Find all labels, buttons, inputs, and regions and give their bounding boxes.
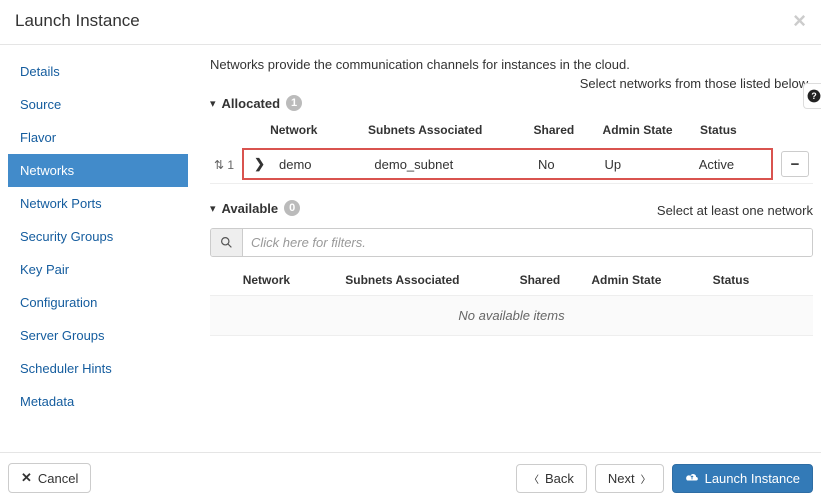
filter-input[interactable] bbox=[243, 229, 812, 256]
cell-status: Active bbox=[695, 149, 772, 179]
available-count-badge: 0 bbox=[284, 200, 300, 216]
cell-admin: Up bbox=[601, 149, 695, 179]
available-label: Available bbox=[222, 201, 279, 216]
close-icon[interactable]: × bbox=[793, 10, 806, 32]
chevron-down-icon: ▾ bbox=[210, 97, 216, 110]
col-shared: Shared bbox=[530, 117, 599, 145]
chevron-right-icon[interactable]: ❯ bbox=[248, 156, 271, 171]
reorder-handle[interactable]: ⇅ 1 bbox=[214, 158, 238, 172]
chevron-left-icon: 〈 bbox=[529, 471, 539, 486]
sidebar-item-server-groups[interactable]: Server Groups bbox=[8, 319, 188, 352]
col-network: Network bbox=[266, 117, 364, 145]
next-button[interactable]: Next 〉 bbox=[595, 464, 664, 493]
remove-network-button[interactable]: − bbox=[781, 151, 809, 177]
x-icon: ✕ bbox=[21, 470, 32, 486]
page-title: Launch Instance bbox=[15, 11, 140, 31]
cell-subnets: demo_subnet bbox=[370, 149, 534, 179]
sidebar-item-network-ports[interactable]: Network Ports bbox=[8, 187, 188, 220]
col-subnets: Subnets Associated bbox=[364, 117, 530, 145]
col-status: Status bbox=[690, 267, 772, 295]
sidebar-item-configuration[interactable]: Configuration bbox=[8, 286, 188, 319]
cloud-upload-icon bbox=[685, 471, 699, 486]
sidebar: Details Source Flavor Networks Network P… bbox=[0, 45, 196, 428]
available-hint: Select at least one network bbox=[657, 203, 813, 218]
empty-message: No available items bbox=[210, 295, 813, 336]
chevron-right-icon: 〉 bbox=[641, 471, 651, 486]
col-shared: Shared bbox=[516, 267, 588, 295]
cancel-button[interactable]: ✕ Cancel bbox=[8, 463, 91, 493]
back-button[interactable]: 〈 Back bbox=[516, 464, 587, 493]
sidebar-item-networks[interactable]: Networks bbox=[8, 154, 188, 187]
sidebar-item-details[interactable]: Details bbox=[8, 55, 188, 88]
select-hint-text: Select networks from those listed below. bbox=[210, 76, 813, 91]
allocated-count-badge: 1 bbox=[286, 95, 302, 111]
allocated-toggle[interactable]: ▾ Allocated 1 bbox=[210, 95, 813, 111]
available-toggle[interactable]: ▾ Available 0 bbox=[210, 200, 300, 216]
sidebar-item-key-pair[interactable]: Key Pair bbox=[8, 253, 188, 286]
sidebar-item-flavor[interactable]: Flavor bbox=[8, 121, 188, 154]
search-icon[interactable] bbox=[211, 229, 243, 256]
launch-instance-button[interactable]: Launch Instance bbox=[672, 464, 813, 493]
sidebar-item-source[interactable]: Source bbox=[8, 88, 188, 121]
help-icon[interactable]: ? bbox=[803, 83, 821, 109]
table-row: ⇅ 1 ❯ demo demo_subnet No Up Active − bbox=[210, 145, 813, 184]
col-network: Network bbox=[239, 267, 342, 295]
sidebar-item-security-groups[interactable]: Security Groups bbox=[8, 220, 188, 253]
description-text: Networks provide the communication chann… bbox=[210, 57, 813, 72]
col-admin: Admin State bbox=[587, 267, 690, 295]
chevron-down-icon: ▾ bbox=[210, 202, 216, 215]
cell-network: demo bbox=[275, 149, 370, 179]
sidebar-item-metadata[interactable]: Metadata bbox=[8, 385, 188, 418]
col-subnets: Subnets Associated bbox=[341, 267, 515, 295]
sidebar-item-scheduler-hints[interactable]: Scheduler Hints bbox=[8, 352, 188, 385]
cell-shared: No bbox=[534, 149, 601, 179]
col-admin: Admin State bbox=[599, 117, 696, 145]
allocated-label: Allocated bbox=[222, 96, 281, 111]
col-status: Status bbox=[696, 117, 774, 145]
svg-text:?: ? bbox=[811, 91, 816, 101]
